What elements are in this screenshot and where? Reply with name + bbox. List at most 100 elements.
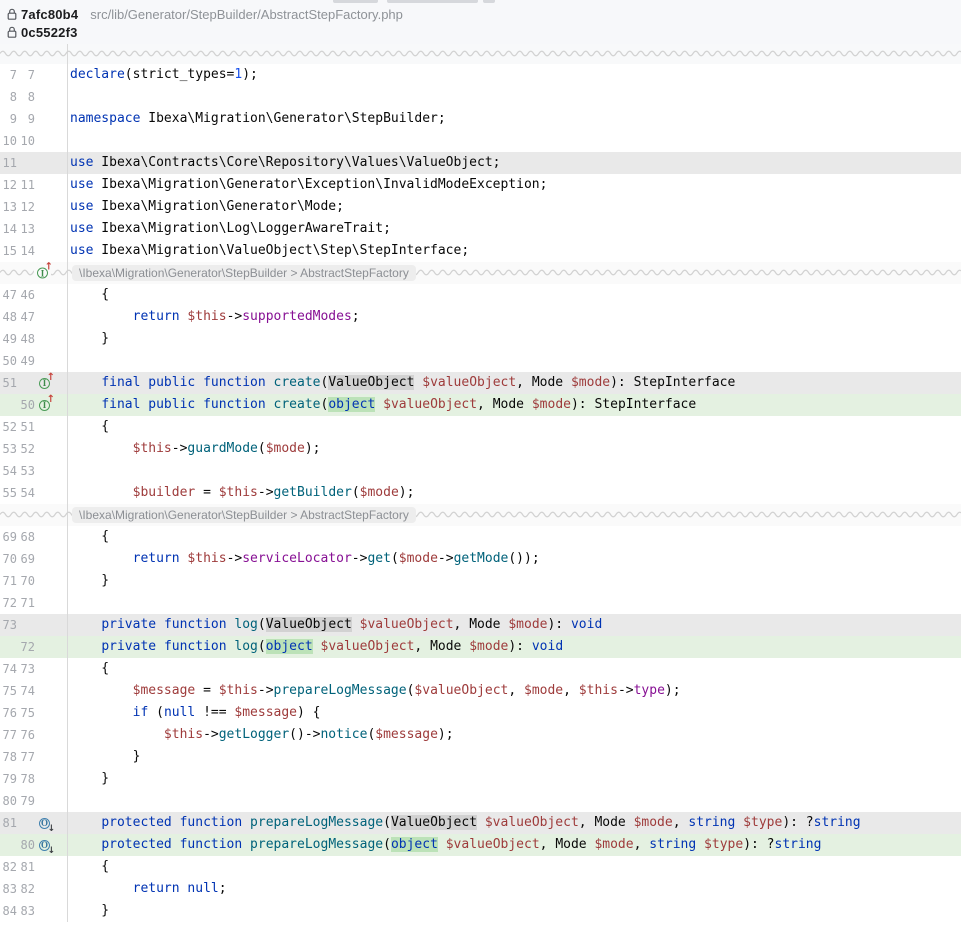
gutter: 7574 <box>0 680 67 702</box>
line-number-new: 8 <box>19 86 35 108</box>
implements-icon[interactable]: I↑ <box>39 378 50 389</box>
line-number-old: 69 <box>0 526 17 548</box>
line-number-old: 73 <box>0 614 17 636</box>
code-line: 1413use Ibexa\Migration\Log\LoggerAwareT… <box>0 218 961 240</box>
line-number-new: 14 <box>19 240 35 262</box>
overridden-icon[interactable]: O↓ <box>39 840 50 851</box>
code-line-content[interactable]: } <box>67 746 961 768</box>
code-line-content[interactable] <box>67 86 961 108</box>
line-number-new: 49 <box>19 350 35 372</box>
code-line-content[interactable]: { <box>67 416 961 438</box>
line-number-old: 47 <box>0 284 17 306</box>
code-line-content[interactable]: declare(strict_types=1); <box>67 64 961 86</box>
code-line-content[interactable]: } <box>67 328 961 350</box>
lock-icon <box>6 26 18 39</box>
code-line-content[interactable]: use Ibexa\Migration\Log\LoggerAwareTrait… <box>67 218 961 240</box>
line-number-old: 53 <box>0 438 17 460</box>
gutter: 72 <box>0 636 67 658</box>
gutter: 1312 <box>0 196 67 218</box>
line-number-old: 9 <box>0 108 17 130</box>
code-line-content[interactable]: $message = $this->prepareLogMessage($val… <box>67 680 961 702</box>
code-line-content[interactable]: { <box>67 856 961 878</box>
window-edge-artifact <box>387 0 478 3</box>
diff-line-removed: 11use Ibexa\Contracts\Core\Repository\Va… <box>0 152 961 174</box>
gutter-icon-slot: I↑ <box>39 378 54 389</box>
code-line-content[interactable]: { <box>67 526 961 548</box>
code-line-content[interactable]: return $this->serviceLocator->get($mode-… <box>67 548 961 570</box>
code-line-content[interactable]: $builder = $this->getBuilder($mode); <box>67 482 961 504</box>
breadcrumb[interactable]: \Ibexa\Migration\Generator\StepBuilder >… <box>72 507 416 523</box>
implements-icon[interactable]: I↑ <box>39 400 50 411</box>
breadcrumb[interactable]: \Ibexa\Migration\Generator\StepBuilder >… <box>72 265 416 281</box>
code-line-content[interactable]: } <box>67 900 961 922</box>
line-number-old: 50 <box>0 350 17 372</box>
gutter: 1010 <box>0 130 67 152</box>
code-line-content[interactable] <box>67 790 961 812</box>
line-number-new: 81 <box>19 856 35 878</box>
line-number-old: 81 <box>0 812 17 834</box>
code-line-content[interactable]: use Ibexa\Migration\Generator\Mode; <box>67 196 961 218</box>
gutter-arrow-icon: ↑ <box>45 263 53 273</box>
gutter: 7877 <box>0 746 67 768</box>
code-line-content[interactable]: use Ibexa\Migration\Generator\Exception\… <box>67 174 961 196</box>
line-number-new: 68 <box>19 526 35 548</box>
line-number-new: 52 <box>19 438 35 460</box>
code-line-content[interactable]: $this->getLogger()->notice($message); <box>67 724 961 746</box>
code-line-content[interactable]: protected function prepareLogMessage(Val… <box>67 812 961 834</box>
gutter: 51 I↑ <box>0 372 67 394</box>
code-line-content[interactable] <box>67 460 961 482</box>
implements-icon[interactable]: I↑ <box>37 268 48 279</box>
code-line-content[interactable]: } <box>67 768 961 790</box>
code-line: 7170 } <box>0 570 961 592</box>
line-number-new: 71 <box>19 592 35 614</box>
code-line: 7776 $this->getLogger()->notice($message… <box>0 724 961 746</box>
line-number-new: 69 <box>19 548 35 570</box>
gutter-arrow-icon: ↑ <box>47 373 55 383</box>
code-line-content[interactable]: final public function create(ValueObject… <box>67 372 961 394</box>
gutter-icon-slot: O↓ <box>39 818 54 829</box>
line-number-new: 7 <box>19 64 35 86</box>
code-line-content[interactable] <box>67 130 961 152</box>
code-line-content[interactable]: use Ibexa\Migration\ValueObject\Step\Ste… <box>67 240 961 262</box>
line-number-new: 12 <box>19 196 35 218</box>
line-number-new: 80 <box>19 834 35 856</box>
code-line-content[interactable]: private function log(object $valueObject… <box>67 636 961 658</box>
diff-body: 77declare(strict_types=1);8899namespace … <box>0 64 961 922</box>
gutter: 80 O↓ <box>0 834 67 856</box>
overridden-icon[interactable]: O↓ <box>39 818 50 829</box>
line-number-old: 74 <box>0 658 17 680</box>
code-line-content[interactable]: } <box>67 570 961 592</box>
code-line-content[interactable]: private function log(ValueObject $valueO… <box>67 614 961 636</box>
gutter: 73 <box>0 614 67 636</box>
code-line-content[interactable]: protected function prepareLogMessage(obj… <box>67 834 961 856</box>
code-line-content[interactable]: { <box>67 284 961 306</box>
line-number-new: 70 <box>19 570 35 592</box>
code-line-content[interactable]: namespace Ibexa\Migration\Generator\Step… <box>67 108 961 130</box>
code-line: 7069 return $this->serviceLocator->get($… <box>0 548 961 570</box>
gutter: 77 <box>0 64 67 86</box>
diff-line-removed: 73 private function log(ValueObject $val… <box>0 614 961 636</box>
code-line-content[interactable]: { <box>67 658 961 680</box>
code-line-content[interactable] <box>67 592 961 614</box>
line-number-old: 12 <box>0 174 17 196</box>
diff-line-added: 80 O↓ protected function prepareLogMessag… <box>0 834 961 856</box>
line-number-new: 54 <box>19 482 35 504</box>
gutter: 5554 <box>0 482 67 504</box>
collapsed-region-separator: \Ibexa\Migration\Generator\StepBuilder >… <box>0 504 961 526</box>
code-line-content[interactable]: $this->guardMode($mode); <box>67 438 961 460</box>
gutter: 1413 <box>0 218 67 240</box>
code-line-content[interactable]: if (null !== $message) { <box>67 702 961 724</box>
code-line: 7271 <box>0 592 961 614</box>
line-number-old: 51 <box>0 372 17 394</box>
gutter: 5049 <box>0 350 67 372</box>
gutter: 6968 <box>0 526 67 548</box>
code-line-content[interactable] <box>67 350 961 372</box>
code-line-content[interactable]: use Ibexa\Contracts\Core\Repository\Valu… <box>67 152 961 174</box>
gutter: 5352 <box>0 438 67 460</box>
code-line-content[interactable]: final public function create(object $val… <box>67 394 961 416</box>
line-number-old: 78 <box>0 746 17 768</box>
code-line: 5554 $builder = $this->getBuilder($mode)… <box>0 482 961 504</box>
code-line-content[interactable]: return null; <box>67 878 961 900</box>
code-line-content[interactable]: return $this->supportedModes; <box>67 306 961 328</box>
commit-hash-old: 7afc80b4 <box>21 7 78 22</box>
